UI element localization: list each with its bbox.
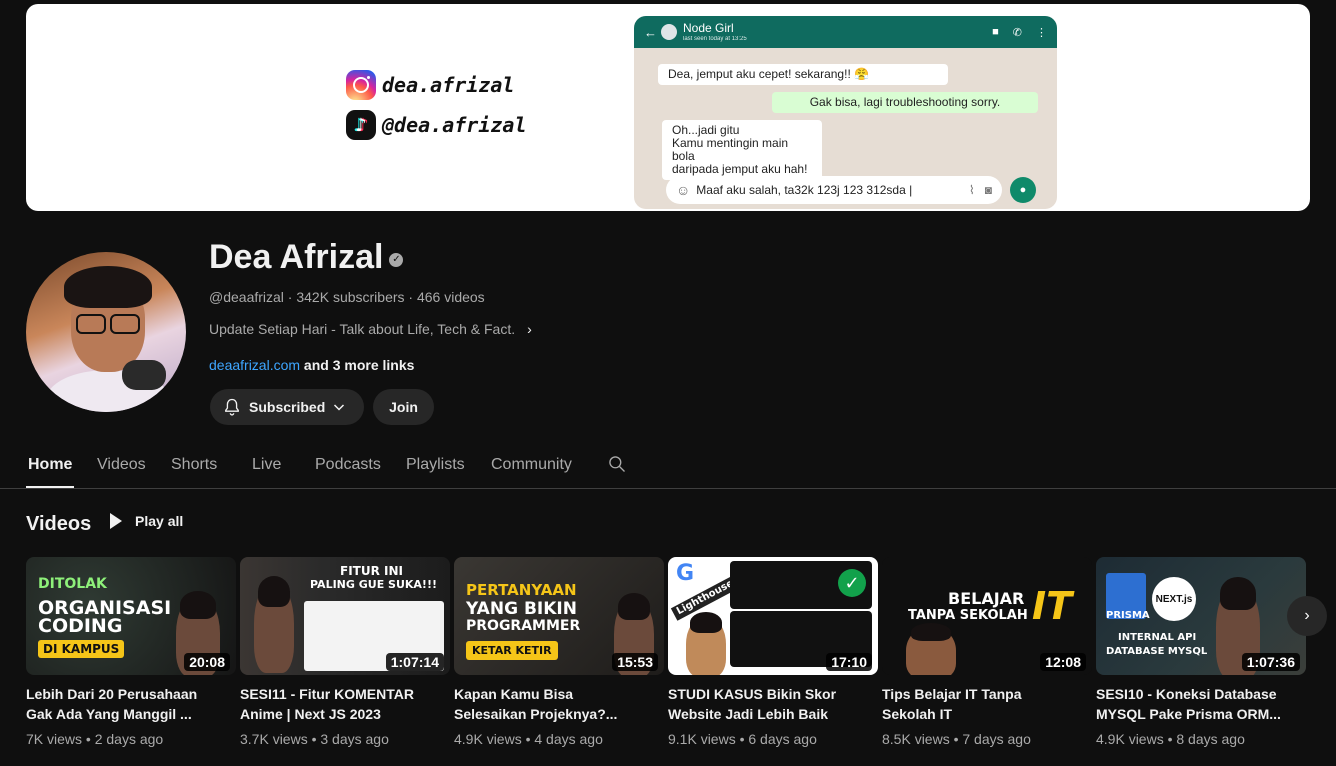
join-button[interactable]: Join bbox=[373, 389, 434, 425]
channel-description[interactable]: Update Setiap Hari - Talk about Life, Te… bbox=[209, 321, 532, 337]
video-title[interactable]: Kapan Kamu Bisa Selesaikan Projeknya?... bbox=[454, 684, 664, 724]
mic-icon: ● bbox=[1010, 177, 1036, 203]
channel-tabs: Home Videos Shorts Live Podcasts Playlis… bbox=[0, 446, 1336, 489]
tab-home[interactable]: Home bbox=[28, 456, 72, 474]
channel-meta: @deaafrizal · 342K subscribers · 466 vid… bbox=[209, 289, 485, 305]
channel-avatar[interactable] bbox=[26, 252, 186, 412]
video-thumbnail[interactable]: PERTANYAAN YANG BIKIN PROGRAMMER KETAR K… bbox=[454, 557, 664, 675]
more-links-button[interactable]: and 3 more links bbox=[300, 357, 415, 373]
video-thumbnail[interactable]: G Lighthouse ✓ 17:10 bbox=[668, 557, 878, 675]
video-title[interactable]: Lebih Dari 20 Perusahaan Gak Ada Yang Ma… bbox=[26, 684, 236, 724]
tab-playlists[interactable]: Playlists bbox=[406, 456, 465, 474]
video-duration: 17:10 bbox=[826, 653, 872, 671]
chat-input: ☺ Maaf aku salah, ta32k 123j 123 312sda … bbox=[666, 176, 1002, 204]
emoji-icon: ☺ bbox=[676, 182, 691, 198]
video-thumbnail[interactable]: BELAJAR TANPA SEKOLAH IT 12:08 bbox=[882, 557, 1092, 675]
video-card[interactable]: G Lighthouse ✓ 17:10 STUDI KASUS Bikin S… bbox=[668, 557, 878, 747]
tab-shorts[interactable]: Shorts bbox=[171, 456, 217, 474]
video-card[interactable]: PERTANYAAN YANG BIKIN PROGRAMMER KETAR K… bbox=[454, 557, 664, 747]
tiktok-handle: ♪ @dea.afrizal bbox=[346, 110, 527, 140]
bell-icon bbox=[225, 398, 239, 416]
video-meta: 4.9K views • 4 days ago bbox=[454, 731, 603, 747]
video-title[interactable]: SESI11 - Fitur KOMENTAR Anime | Next JS … bbox=[240, 684, 450, 724]
chevron-right-icon: › bbox=[527, 321, 532, 337]
channel-links: deaafrizal.com and 3 more links bbox=[209, 357, 414, 373]
back-arrow-icon: ← bbox=[644, 24, 657, 40]
chevron-right-icon[interactable]: › bbox=[1287, 596, 1327, 636]
nextjs-logo-icon: NEXT.js bbox=[1152, 577, 1196, 621]
tab-videos[interactable]: Videos bbox=[97, 456, 146, 474]
channel-website-link[interactable]: deaafrizal.com bbox=[209, 357, 300, 373]
play-all-button[interactable]: Play all bbox=[110, 513, 183, 529]
channel-banner: dea.afrizal ♪ @dea.afrizal ← Node Girl l… bbox=[26, 4, 1310, 211]
video-meta: 4.9K views • 8 days ago bbox=[1096, 731, 1245, 747]
video-meta: 7K views • 2 days ago bbox=[26, 731, 164, 747]
subscribed-button[interactable]: Subscribed bbox=[210, 389, 364, 425]
chevron-down-icon bbox=[334, 404, 345, 411]
video-title[interactable]: STUDI KASUS Bikin Skor Website Jadi Lebi… bbox=[668, 684, 878, 724]
chat-message: Dea, jemput aku cepet! sekarang!! 😤 bbox=[658, 64, 948, 85]
chat-header: ← Node Girl last seen today at 13:25 ■ ✆… bbox=[634, 16, 1057, 48]
video-card[interactable]: FITUR INI PALING GUE SUKA!!! 1:07:14 SES… bbox=[240, 557, 450, 747]
google-icon: G bbox=[676, 561, 695, 586]
video-title[interactable]: SESI10 - Koneksi Database MYSQL Pake Pri… bbox=[1096, 684, 1306, 724]
video-meta: 9.1K views • 6 days ago bbox=[668, 731, 817, 747]
instagram-handle: dea.afrizal bbox=[346, 70, 514, 100]
section-title: Videos bbox=[26, 513, 92, 535]
video-thumbnail[interactable]: PRISMA NEXT.js INTERNAL API DATABASE MYS… bbox=[1096, 557, 1306, 675]
video-card[interactable]: BELAJAR TANPA SEKOLAH IT 12:08 Tips Bela… bbox=[882, 557, 1092, 747]
tab-active-indicator bbox=[26, 486, 74, 488]
more-vert-icon: ⋮ bbox=[1036, 26, 1047, 39]
search-icon[interactable] bbox=[607, 454, 627, 474]
tab-podcasts[interactable]: Podcasts bbox=[315, 456, 381, 474]
video-card[interactable]: DITOLAK ORGANISASI CODING DI KAMPUS 20:0… bbox=[26, 557, 236, 747]
phone-icon: ✆ bbox=[1012, 26, 1022, 39]
video-call-icon: ■ bbox=[992, 25, 999, 38]
video-card[interactable]: PRISMA NEXT.js INTERNAL API DATABASE MYS… bbox=[1096, 557, 1306, 747]
video-title[interactable]: Tips Belajar IT Tanpa Sekolah IT bbox=[882, 684, 1092, 724]
video-meta: 8.5K views • 7 days ago bbox=[882, 731, 1031, 747]
video-duration: 15:53 bbox=[612, 653, 658, 671]
checkmark-icon: ✓ bbox=[838, 569, 866, 597]
chat-contact-name: Node Girl bbox=[683, 21, 734, 35]
chat-message: Gak bisa, lagi troubleshooting sorry. bbox=[772, 92, 1038, 113]
chat-avatar bbox=[661, 24, 677, 40]
tiktok-icon: ♪ bbox=[346, 110, 376, 140]
attach-icon: ⌇ bbox=[968, 183, 975, 197]
chat-status: last seen today at 13:25 bbox=[683, 36, 747, 42]
play-icon bbox=[110, 513, 122, 529]
video-duration: 1:07:36 bbox=[1241, 653, 1300, 671]
instagram-icon bbox=[346, 70, 376, 100]
tab-community[interactable]: Community bbox=[491, 456, 572, 474]
channel-name: Dea Afrizal ✓ bbox=[209, 238, 404, 277]
video-meta: 3.7K views • 3 days ago bbox=[240, 731, 389, 747]
verified-badge-icon: ✓ bbox=[389, 252, 404, 267]
video-duration: 20:08 bbox=[184, 653, 230, 671]
video-thumbnail[interactable]: DITOLAK ORGANISASI CODING DI KAMPUS 20:0… bbox=[26, 557, 236, 675]
video-thumbnail[interactable]: FITUR INI PALING GUE SUKA!!! 1:07:14 bbox=[240, 557, 450, 675]
video-duration: 12:08 bbox=[1040, 653, 1086, 671]
camera-icon: ◙ bbox=[984, 183, 992, 197]
video-duration: 1:07:14 bbox=[385, 653, 444, 671]
tab-live[interactable]: Live bbox=[252, 456, 281, 474]
chat-mockup: ← Node Girl last seen today at 13:25 ■ ✆… bbox=[634, 16, 1057, 209]
chat-message: Oh...jadi gitu Kamu mentingin main bola … bbox=[662, 120, 822, 180]
